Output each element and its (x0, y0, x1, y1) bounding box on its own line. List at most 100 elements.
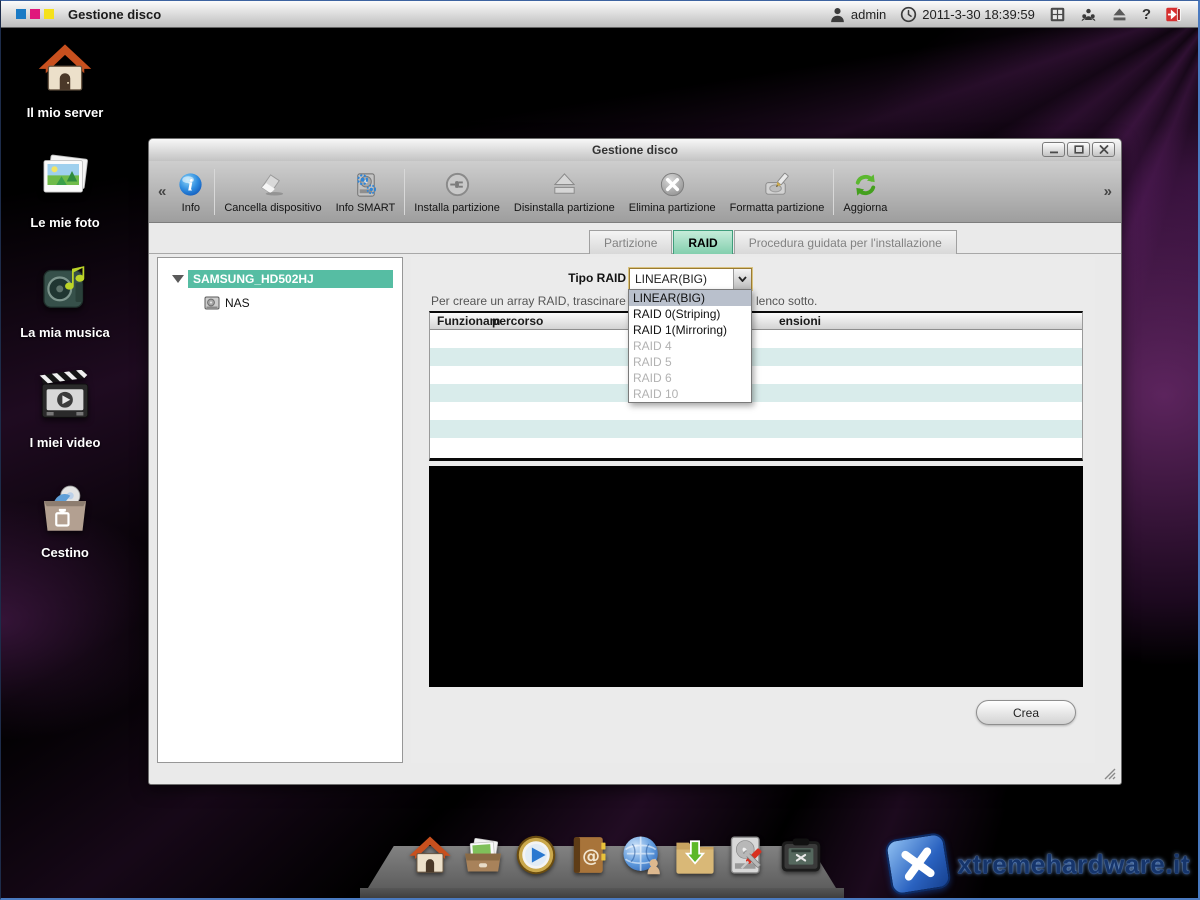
dock-web-button[interactable] (620, 833, 664, 877)
photos-box-icon (461, 833, 505, 877)
network-icon[interactable] (1080, 6, 1097, 23)
desktop-icon-label: Il mio server (10, 105, 120, 120)
download-folder-icon (673, 833, 717, 877)
contacts-icon: @ (567, 833, 611, 877)
info-icon: i (176, 171, 205, 200)
window-titlebar[interactable]: Gestione disco (149, 139, 1121, 161)
user-menu[interactable]: admin (829, 6, 886, 23)
device-tree-panel: SAMSUNG_HD502HJ NAS (157, 257, 403, 763)
dropdown-option[interactable]: RAID 0(Striping) (629, 306, 751, 322)
toolbar-install-partition-button[interactable]: Installa partizione (407, 168, 507, 215)
desktop-icon-trash[interactable]: Cestino (10, 480, 120, 560)
maximize-button[interactable] (1067, 142, 1090, 157)
toolbar-format-partition-button[interactable]: Formatta partizione (723, 168, 832, 215)
window-grid-icon[interactable] (1049, 6, 1066, 23)
toolbar-label: Info SMART (336, 202, 396, 214)
minimize-button[interactable] (1042, 142, 1065, 157)
toolbar-smart-info-button[interactable]: Info SMART (329, 168, 403, 215)
clock-icon (900, 6, 917, 23)
logo-yellow-square (44, 9, 54, 19)
dropdown-option-disabled: RAID 4 (629, 338, 751, 354)
raid-type-select[interactable]: LINEAR(BIG) (629, 268, 752, 290)
desktop: Gestione disco admin 2011-3-30 18:39:59 … (0, 0, 1200, 900)
toolbar-delete-partition-button[interactable]: Elimina partizione (622, 168, 723, 215)
dock-disk-utility-button[interactable] (726, 833, 770, 877)
media-player-icon (514, 833, 558, 877)
toolbar-separator (404, 169, 405, 215)
menubar-title: Gestione disco (68, 7, 161, 22)
logo-magenta-square (30, 9, 40, 19)
create-button[interactable]: Crea (976, 700, 1076, 725)
select-arrow-button[interactable] (733, 269, 751, 289)
tab-partizione[interactable]: Partizione (589, 230, 672, 254)
toolbar-label: Disinstalla partizione (514, 202, 615, 214)
drive-icon (204, 296, 220, 310)
clock-widget: 2011-3-30 18:39:59 (900, 6, 1035, 23)
tab-raid[interactable]: RAID (673, 230, 732, 254)
close-icon (1099, 145, 1109, 154)
toolbar-info-button[interactable]: i Info (169, 168, 212, 215)
desktop-icon-label: Cestino (10, 545, 120, 560)
eject-icon[interactable] (1111, 6, 1128, 23)
toolbar-uninstall-partition-button[interactable]: Disinstalla partizione (507, 168, 622, 215)
tree-item-disk[interactable]: SAMSUNG_HD502HJ (158, 269, 402, 288)
smart-disk-icon (351, 171, 380, 200)
tree-item-partition-label: NAS (225, 296, 250, 310)
toolbar-label: Aggiorna (843, 202, 887, 214)
toolbar-label: Installa partizione (414, 202, 500, 214)
table-row (430, 330, 1082, 348)
trash-icon (37, 480, 93, 536)
music-icon (37, 260, 93, 316)
toolbar-erase-device-button[interactable]: Cancella dispositivo (217, 168, 328, 215)
dock-platform-base (360, 888, 844, 898)
tree-expander-icon[interactable] (172, 275, 184, 283)
window-title: Gestione disco (592, 143, 678, 157)
chevron-down-icon (738, 276, 747, 282)
tree-item-partition[interactable]: NAS (204, 296, 402, 310)
raid-type-label: Tipo RAID (568, 271, 626, 285)
dropdown-option[interactable]: LINEAR(BIG) (629, 290, 751, 306)
table-row (430, 402, 1082, 420)
raid-hint-left: Per creare un array RAID, trascinare (431, 294, 626, 308)
help-icon[interactable]: ? (1142, 6, 1151, 23)
dock-home-button[interactable] (408, 833, 452, 877)
home-icon (408, 833, 452, 877)
raid-panel: Tipo RAID LINEAR(BIG) Per creare un arra… (411, 257, 1095, 763)
dropdown-option[interactable]: RAID 1(Mirroring) (629, 322, 751, 338)
toolbar-scroll-right[interactable]: » (1101, 183, 1115, 200)
column-header: percorso (492, 314, 543, 328)
dock-media-player-button[interactable] (514, 833, 558, 877)
toolbar-refresh-button[interactable]: Aggiorna (836, 168, 894, 215)
desktop-icon-video[interactable]: I miei video (10, 370, 120, 450)
raid-hint-right: lenco sotto. (756, 294, 817, 308)
dropdown-option-disabled: RAID 10 (629, 386, 751, 402)
backup-tools-icon (779, 833, 823, 877)
desktop-icon-photos[interactable]: Le mie foto (10, 150, 120, 230)
resize-grip[interactable] (1102, 766, 1116, 780)
plug-icon (443, 171, 472, 200)
close-button[interactable] (1092, 142, 1115, 157)
dock-contacts-button[interactable]: @ (567, 833, 611, 877)
desktop-icon-server[interactable]: Il mio server (10, 40, 120, 120)
maximize-icon (1074, 145, 1084, 154)
desktop-icon-music[interactable]: La mia musica (10, 260, 120, 340)
datetime-text: 2011-3-30 18:39:59 (922, 7, 1035, 22)
desktop-icon-label: I miei video (10, 435, 120, 450)
dock-download-button[interactable] (673, 833, 717, 877)
toolbar-scroll-left[interactable]: « (155, 183, 169, 200)
format-icon (762, 171, 791, 200)
svg-text:@: @ (582, 846, 600, 867)
toolbar-label: Cancella dispositivo (224, 202, 321, 214)
user-icon (829, 6, 846, 23)
raid-members-table: Funzionam percorso ensioni (429, 311, 1083, 461)
raid-drop-zone[interactable] (429, 466, 1083, 687)
raid-type-selected-value: LINEAR(BIG) (630, 272, 733, 286)
dock-backup-tools-button[interactable] (779, 833, 823, 877)
top-menubar: Gestione disco admin 2011-3-30 18:39:59 … (0, 1, 1200, 28)
raid-type-dropdown-list: LINEAR(BIG) RAID 0(Striping) RAID 1(Mirr… (628, 289, 752, 403)
dock-photos-button[interactable] (461, 833, 505, 877)
logo-blue-square (16, 9, 26, 19)
logout-icon[interactable] (1165, 6, 1182, 23)
table-header-row: Funzionam percorso ensioni (430, 313, 1082, 330)
tab-procedura-guidata[interactable]: Procedura guidata per l'installazione (734, 230, 957, 254)
